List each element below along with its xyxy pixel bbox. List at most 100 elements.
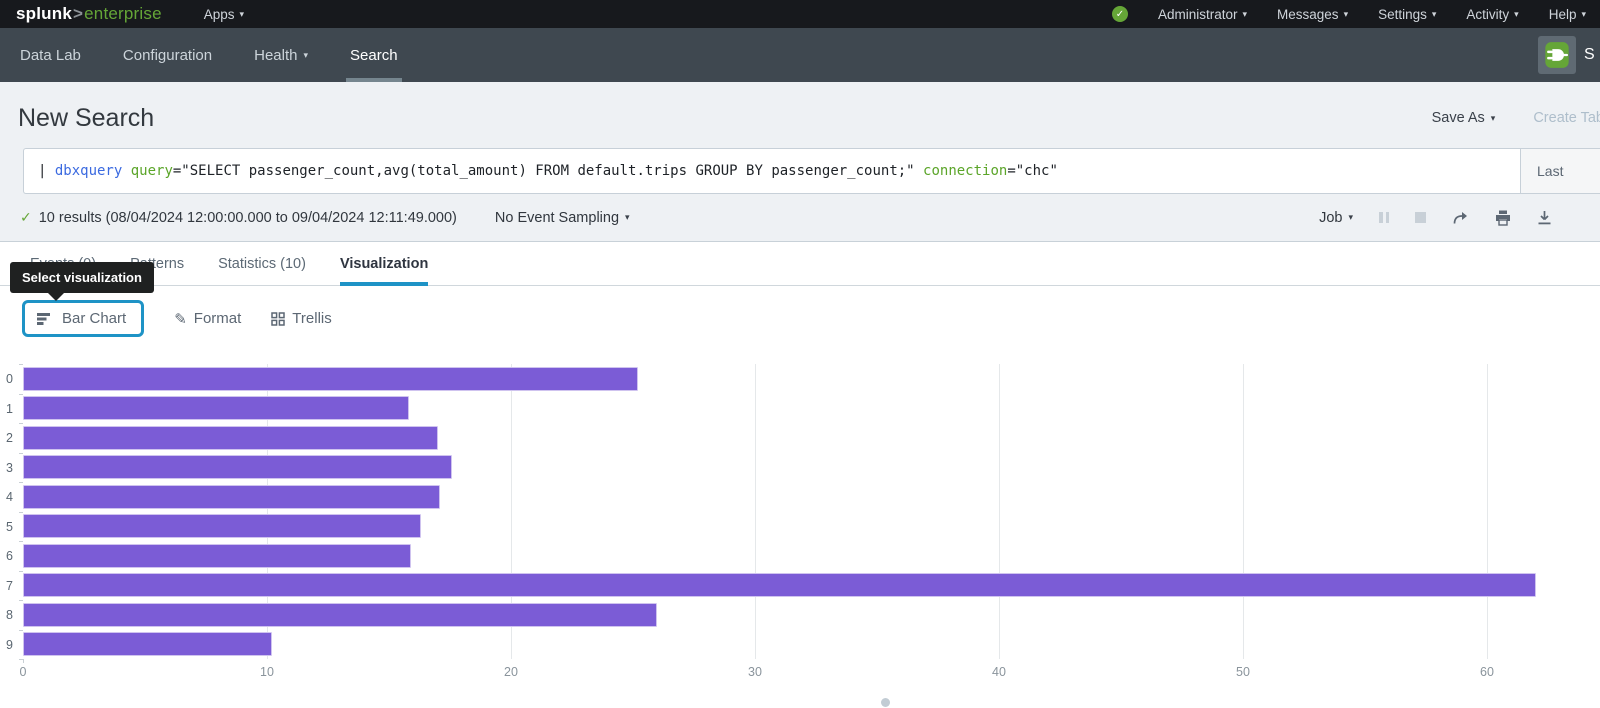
help-menu[interactable]: Help ▾ <box>1549 7 1586 22</box>
carousel-dot[interactable] <box>881 698 890 707</box>
gridline <box>755 364 756 659</box>
title-actions: Save As ▾ Create Tab <box>1432 110 1600 126</box>
y-axis-tick <box>19 630 23 631</box>
chart-plot: 0102030405060 <box>23 364 1600 659</box>
messages-menu[interactable]: Messages ▾ <box>1277 7 1348 22</box>
y-axis-category-label: 8 <box>6 603 20 627</box>
bar-segment[interactable] <box>23 367 638 391</box>
bar-segment[interactable] <box>23 426 438 450</box>
bar-segment[interactable] <box>23 632 272 656</box>
event-sampling-label: No Event Sampling <box>495 210 619 226</box>
administrator-menu[interactable]: Administrator ▾ <box>1158 7 1247 22</box>
chevron-down-icon: ▾ <box>1432 10 1437 19</box>
tab-visualization[interactable]: Visualization <box>340 242 428 286</box>
pause-job-icon[interactable] <box>1379 212 1389 223</box>
query-pipe: | <box>38 163 55 179</box>
bar-segment[interactable] <box>23 396 409 420</box>
bar-chart: 0102030405060 0123456789 <box>0 364 1600 694</box>
trellis-button[interactable]: Trellis <box>271 310 331 327</box>
chevron-down-icon: ▾ <box>240 10 245 19</box>
y-axis-category-label: 0 <box>6 367 20 391</box>
bar-segment[interactable] <box>23 544 411 568</box>
pencil-icon: ✎ <box>174 310 187 328</box>
tab-label: Statistics (10) <box>218 256 306 272</box>
tab-statistics[interactable]: Statistics (10) <box>218 242 306 286</box>
apps-menu[interactable]: Apps ▾ <box>204 7 244 22</box>
y-axis-tick <box>19 423 23 424</box>
query-param-name: query <box>122 163 173 179</box>
chevron-down-icon: ▾ <box>1348 213 1353 222</box>
chevron-down-icon: ▾ <box>1344 10 1349 19</box>
nav-item-search[interactable]: Search <box>350 28 398 82</box>
x-axis-tick-label: 30 <box>748 665 762 679</box>
appnav-right: S <box>1538 36 1596 74</box>
status-check-icon: ✓ <box>1112 6 1128 22</box>
nav-item-configuration[interactable]: Configuration <box>123 28 212 82</box>
nav-label: Search <box>350 47 398 64</box>
y-axis-category-label: 2 <box>6 426 20 450</box>
x-axis-tick <box>23 659 24 663</box>
y-axis-tick <box>19 541 23 542</box>
activity-menu[interactable]: Activity ▾ <box>1466 7 1518 22</box>
chart-type-label: Bar Chart <box>62 310 126 327</box>
share-icon[interactable] <box>1452 210 1469 225</box>
x-axis-tick-label: 40 <box>992 665 1006 679</box>
topbar-right: ✓ Administrator ▾ Messages ▾ Settings ▾ … <box>1112 6 1586 22</box>
nav-item-data-lab[interactable]: Data Lab <box>20 28 81 82</box>
apps-menu-label: Apps <box>204 7 235 22</box>
logo-gt: > <box>73 4 83 24</box>
print-icon[interactable] <box>1495 210 1511 226</box>
messages-menu-label: Messages <box>1277 7 1339 22</box>
stop-job-icon[interactable] <box>1415 212 1426 223</box>
help-menu-label: Help <box>1549 7 1577 22</box>
app-title-truncated: S <box>1584 46 1596 64</box>
bar-segment[interactable] <box>23 603 657 627</box>
time-range-picker[interactable]: Last <box>1520 149 1600 193</box>
db-connect-app-icon[interactable] <box>1538 36 1576 74</box>
search-query-input[interactable]: | dbxquery query="SELECT passenger_count… <box>24 149 1520 193</box>
y-axis-category-label: 9 <box>6 633 20 657</box>
event-sampling-menu[interactable]: No Event Sampling ▾ <box>495 210 630 226</box>
nav-item-health[interactable]: Health ▾ <box>254 28 308 82</box>
select-visualization-button[interactable]: Bar Chart <box>22 300 144 337</box>
y-axis-category-label: 1 <box>6 397 20 421</box>
save-as-button[interactable]: Save As ▾ <box>1432 110 1496 126</box>
y-axis-category-label: 7 <box>6 574 20 598</box>
success-check-icon: ✓ <box>20 209 32 226</box>
splunk-search-window: splunk>enterprise Apps ▾ ✓ Administrator… <box>0 0 1600 708</box>
y-axis-tick <box>19 600 23 601</box>
x-axis-tick-label: 20 <box>504 665 518 679</box>
app-navbar: Data Lab Configuration Health ▾ Search S <box>0 28 1600 82</box>
y-axis-category-label: 6 <box>6 544 20 568</box>
download-icon[interactable] <box>1537 210 1552 226</box>
bar-segment[interactable] <box>23 514 421 538</box>
check-glyph: ✓ <box>1116 9 1124 20</box>
y-axis-tick <box>19 394 23 395</box>
query-param-name: connection <box>915 163 1008 179</box>
nav-label: Health <box>254 47 297 64</box>
nav-label: Data Lab <box>20 47 81 64</box>
create-tab-button[interactable]: Create Tab <box>1533 110 1600 126</box>
x-axis-tick-label: 60 <box>1480 665 1494 679</box>
bar-segment[interactable] <box>23 485 440 509</box>
logo-brand: splunk <box>16 4 72 24</box>
results-summary: 10 results (08/04/2024 12:00:00.000 to 0… <box>39 210 457 226</box>
bar-segment[interactable] <box>23 455 452 479</box>
trellis-label: Trellis <box>292 310 331 327</box>
trellis-grid-icon <box>271 312 285 326</box>
bar-segment[interactable] <box>23 573 1536 597</box>
activity-menu-label: Activity <box>1466 7 1509 22</box>
chevron-down-icon: ▾ <box>1581 10 1586 19</box>
visualization-toolbar: Bar Chart ✎ Format Trellis <box>0 286 1600 337</box>
y-axis-tick <box>19 571 23 572</box>
job-menu[interactable]: Job ▾ <box>1319 210 1353 226</box>
settings-menu[interactable]: Settings ▾ <box>1378 7 1436 22</box>
y-axis-tick <box>19 512 23 513</box>
job-controls: Job ▾ <box>1319 210 1552 226</box>
format-button[interactable]: ✎ Format <box>174 310 241 328</box>
y-axis-category-label: 5 <box>6 515 20 539</box>
search-bar: | dbxquery query="SELECT passenger_count… <box>23 148 1600 194</box>
page-title: New Search <box>18 104 154 133</box>
topbar: splunk>enterprise Apps ▾ ✓ Administrator… <box>0 0 1600 28</box>
bar-chart-icon <box>37 312 53 326</box>
